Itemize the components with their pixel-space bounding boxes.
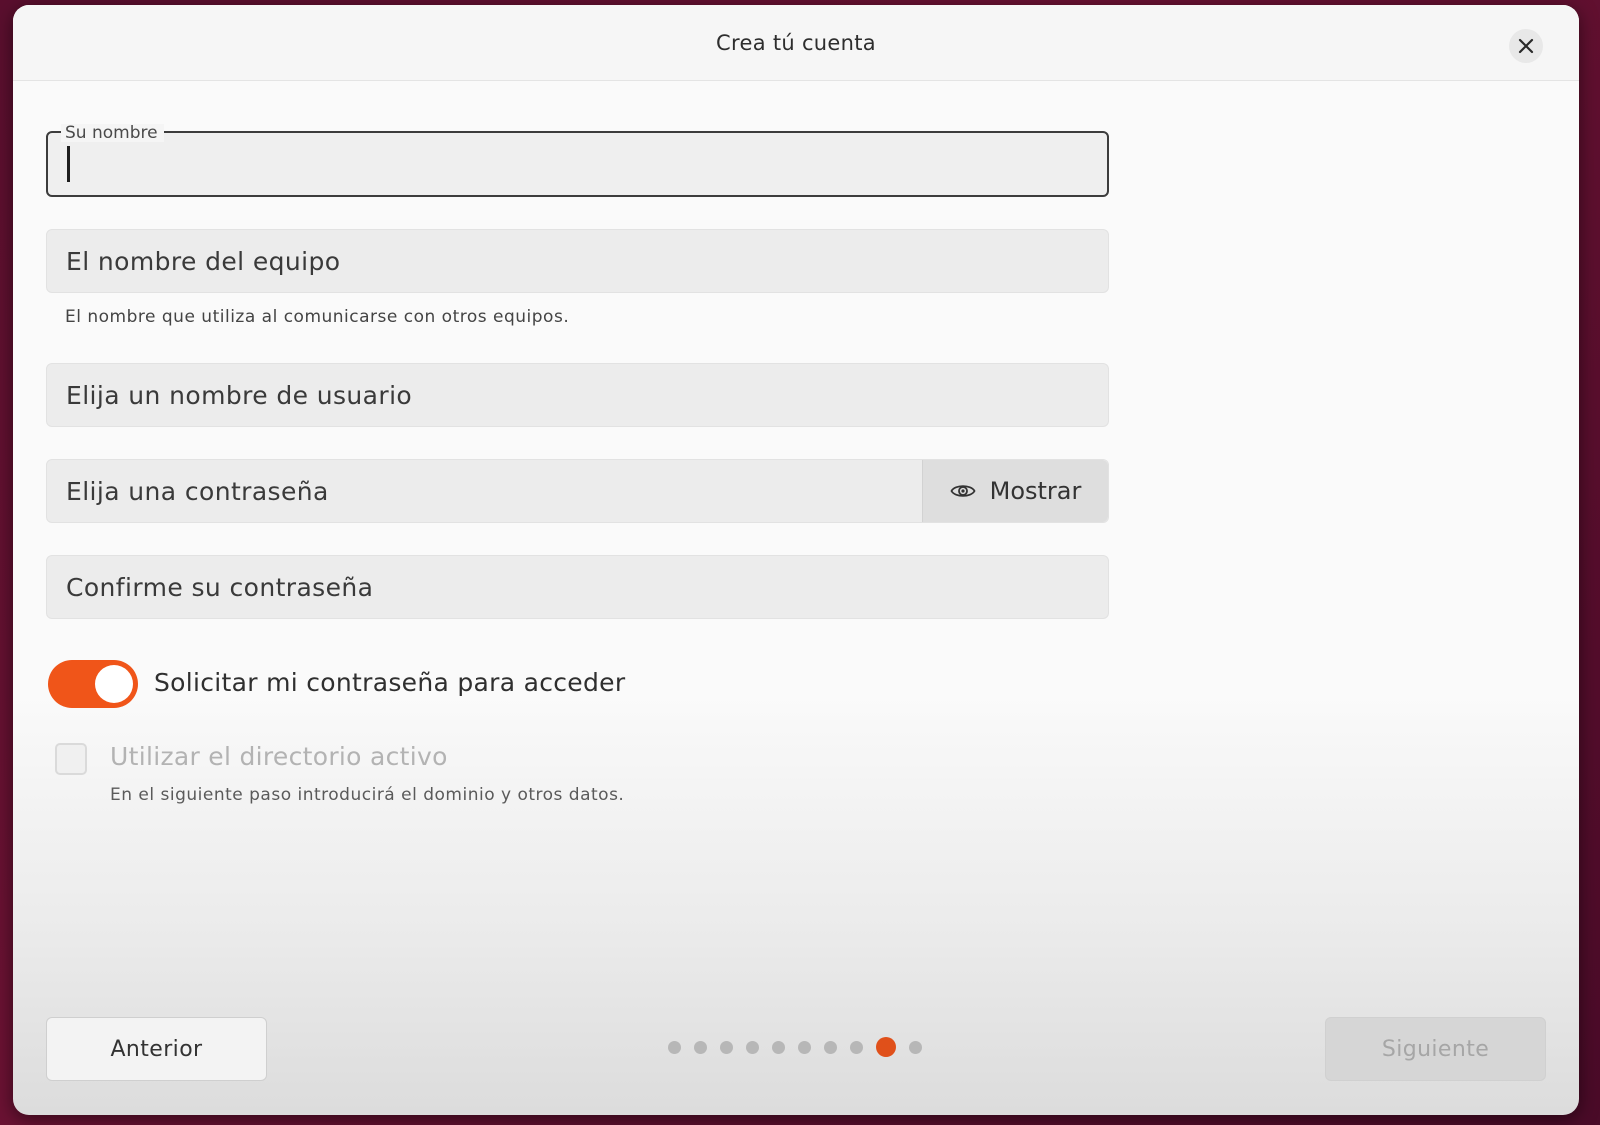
computer-name-input[interactable]: El nombre del equipo [46, 229, 1109, 293]
active-directory-label: Utilizar el directorio activo [110, 742, 448, 771]
close-icon [1518, 38, 1534, 54]
active-directory-hint: En el siguiente paso introducirá el domi… [110, 785, 625, 805]
step-indicator [668, 1037, 922, 1057]
active-directory-checkbox[interactable] [55, 743, 87, 775]
password-input[interactable]: Elija una contraseña Mostrar [46, 459, 1109, 523]
confirm-password-placeholder: Confirme su contraseña [66, 573, 374, 602]
title-bar: Crea tú cuenta [13, 5, 1579, 81]
eye-icon [950, 485, 976, 497]
name-input-label: Su nombre [61, 124, 164, 142]
step-dot-8 [850, 1040, 863, 1054]
step-dot-4 [746, 1040, 759, 1054]
show-password-label: Mostrar [989, 477, 1082, 505]
show-password-button[interactable]: Mostrar [922, 460, 1108, 522]
step-dot-1 [668, 1040, 681, 1054]
next-button[interactable]: Siguiente [1325, 1017, 1546, 1081]
step-dot-9-current [876, 1037, 896, 1057]
step-dot-3 [720, 1040, 733, 1054]
computer-name-placeholder: El nombre del equipo [66, 247, 341, 276]
toggle-knob [95, 665, 133, 703]
step-dot-5 [772, 1040, 785, 1054]
window-title: Crea tú cuenta [716, 31, 876, 55]
step-dot-7 [824, 1040, 837, 1054]
computer-name-hint: El nombre que utiliza al comunicarse con… [65, 307, 570, 327]
previous-button[interactable]: Anterior [46, 1017, 267, 1081]
text-caret [67, 146, 70, 182]
password-placeholder: Elija una contraseña [66, 477, 329, 506]
require-password-label: Solicitar mi contraseña para acceder [154, 668, 626, 697]
confirm-password-input[interactable]: Confirme su contraseña [46, 555, 1109, 619]
installer-window: Crea tú cuenta Su nombre El nombre del e… [13, 5, 1579, 1115]
step-dot-2 [694, 1040, 707, 1054]
name-input[interactable]: Su nombre [46, 124, 1109, 197]
step-dot-6 [798, 1040, 811, 1054]
username-placeholder: Elija un nombre de usuario [66, 381, 413, 410]
step-dot-10 [909, 1040, 922, 1054]
username-input[interactable]: Elija un nombre de usuario [46, 363, 1109, 427]
close-button[interactable] [1509, 29, 1543, 63]
require-password-toggle[interactable] [48, 660, 138, 708]
